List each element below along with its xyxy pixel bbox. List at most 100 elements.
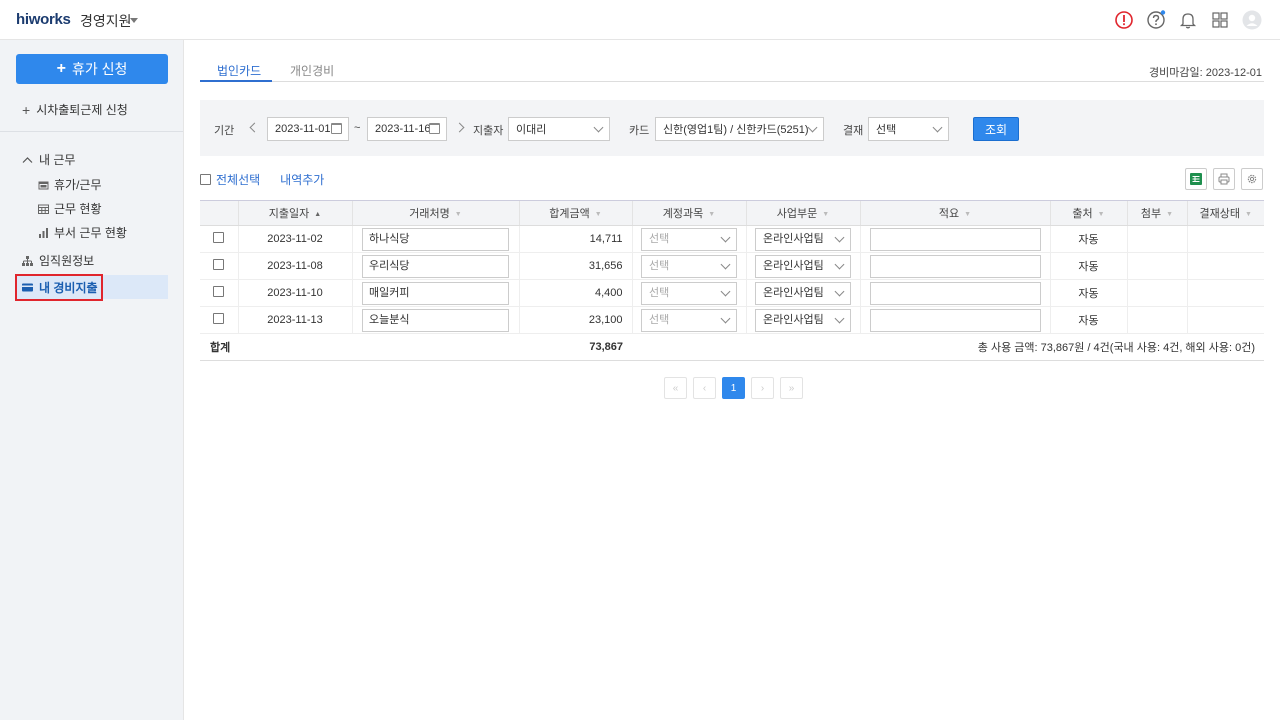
sort-icon: ▼ xyxy=(454,211,462,218)
first-page-button[interactable]: « xyxy=(664,377,687,399)
date-to-input[interactable]: 2023-11-16 xyxy=(367,117,447,141)
card-select[interactable]: 신한(영업1팀) / 신한카드(5251) xyxy=(655,117,824,141)
approval-value: 선택 xyxy=(876,124,897,136)
column-header-vendor[interactable]: 거래처명 ▼ xyxy=(351,200,519,226)
alert-icon[interactable] xyxy=(1114,10,1134,30)
account-value: 선택 xyxy=(649,259,670,272)
row-checkbox[interactable] xyxy=(213,286,225,297)
date-cell: 2023-11-10 xyxy=(237,279,352,307)
prev-page-button[interactable]: ‹ xyxy=(693,377,716,399)
add-item-link[interactable]: 내역추가 xyxy=(280,171,324,188)
row-checkbox[interactable] xyxy=(213,259,225,270)
app-name[interactable]: 경영지원 xyxy=(80,11,132,31)
plus-icon: + xyxy=(56,60,66,77)
division-select[interactable]: 온라인사업팀 xyxy=(755,254,851,278)
flex-work-request-link[interactable]: + 시차출퇴근제 신청 xyxy=(22,101,128,118)
division-cell: 온라인사업팀 xyxy=(745,225,860,253)
approval-select[interactable]: 선택 xyxy=(868,117,949,141)
memo-input[interactable] xyxy=(869,281,1041,305)
vendor-input[interactable]: 하나식당 xyxy=(362,227,509,251)
sidebar-item-leave-work[interactable]: 휴가/근무 xyxy=(38,176,102,193)
vendor-input[interactable]: 매일커피 xyxy=(362,281,509,305)
column-label: 계정과목 xyxy=(662,208,704,220)
tab-personal-expense[interactable]: 개인경비 xyxy=(290,62,334,79)
bar-chart-icon xyxy=(39,227,48,238)
excel-export-button[interactable] xyxy=(1185,168,1207,190)
select-all-label: 전체선택 xyxy=(216,172,261,187)
account-value: 선택 xyxy=(649,313,670,326)
spender-value: 이대리 xyxy=(516,124,547,136)
app-switch-caret-icon[interactable] xyxy=(130,18,138,23)
spender-select[interactable]: 이대리 xyxy=(508,117,610,141)
next-period-arrow-icon[interactable] xyxy=(454,122,465,133)
sort-icon: ▼ xyxy=(1097,211,1105,218)
total-summary: 총 사용 금액: 73,867원 / 4건(국내 사용: 4건, 해외 사용: … xyxy=(632,333,1264,361)
tab-corporate-card[interactable]: 법인카드 xyxy=(217,62,261,79)
leave-request-button[interactable]: + 휴가 신청 xyxy=(16,54,168,84)
bell-icon[interactable] xyxy=(1178,10,1198,30)
chevron-down-icon xyxy=(834,313,845,323)
user-avatar[interactable] xyxy=(1242,10,1262,30)
last-page-button[interactable]: » xyxy=(780,377,803,399)
account-select[interactable]: 선택 xyxy=(641,308,737,332)
column-label: 결재상태 xyxy=(1199,208,1241,220)
prev-period-arrow-icon[interactable] xyxy=(249,122,260,133)
select-all-checkbox[interactable]: 전체선택 xyxy=(200,171,260,188)
division-select[interactable]: 온라인사업팀 xyxy=(755,227,851,251)
account-select[interactable]: 선택 xyxy=(641,281,737,305)
division-value: 온라인사업팀 xyxy=(763,259,824,272)
column-header-memo[interactable]: 적요 ▼ xyxy=(859,200,1050,226)
memo-input[interactable] xyxy=(869,308,1041,332)
chevron-down-icon xyxy=(720,259,731,269)
checkbox[interactable] xyxy=(200,173,211,185)
column-header-account[interactable]: 계정과목 ▼ xyxy=(631,200,746,226)
apps-grid-icon[interactable] xyxy=(1210,10,1230,30)
total-row: 합계 73,867 총 사용 금액: 73,867원 / 4건(국내 사용: 4… xyxy=(200,333,1264,361)
sidebar-item-employee-info[interactable]: 임직원정보 xyxy=(22,252,94,269)
column-header-attachment[interactable]: 첨부 ▼ xyxy=(1126,200,1187,226)
row-checkbox-cell xyxy=(200,252,238,280)
chevron-down-icon xyxy=(720,286,731,296)
division-select[interactable]: 온라인사업팀 xyxy=(755,308,851,332)
account-select[interactable]: 선택 xyxy=(641,227,737,251)
table-row: 2023-11-10 매일커피 4,400 선택 온라인사업팀 자동 xyxy=(200,279,1264,307)
current-page-button[interactable]: 1 xyxy=(722,377,745,399)
my-work-section-toggle[interactable]: 내 근무 xyxy=(22,151,75,168)
column-header-approval-status[interactable]: 결재상태 ▼ xyxy=(1186,200,1264,226)
column-label: 첨부 xyxy=(1140,208,1162,220)
help-icon[interactable] xyxy=(1146,10,1166,30)
sidebar-item-label: 부서 근무 현황 xyxy=(54,226,127,240)
print-button[interactable] xyxy=(1213,168,1235,190)
my-work-section-label: 내 근무 xyxy=(39,153,76,167)
header-checkbox-cell xyxy=(200,200,238,226)
column-header-source[interactable]: 출처 ▼ xyxy=(1049,200,1127,226)
date-from-input[interactable]: 2023-11-01 xyxy=(267,117,349,141)
division-value: 온라인사업팀 xyxy=(763,286,824,299)
column-header-division[interactable]: 사업부문 ▼ xyxy=(745,200,860,226)
chevron-down-icon xyxy=(834,286,845,296)
logo[interactable]: hiworks xyxy=(16,11,71,28)
column-header-date[interactable]: 지출일자 ▲ xyxy=(237,200,352,226)
vendor-input[interactable]: 오늘분식 xyxy=(362,308,509,332)
settings-button[interactable] xyxy=(1241,168,1263,190)
sidebar-item-label: 임직원정보 xyxy=(39,254,95,268)
division-select[interactable]: 온라인사업팀 xyxy=(755,281,851,305)
vendor-input[interactable]: 우리식당 xyxy=(362,254,509,278)
sidebar-item-work-status[interactable]: 근무 현황 xyxy=(38,200,102,217)
sidebar-item-dept-work-status[interactable]: 부서 근무 현황 xyxy=(38,224,127,241)
row-checkbox[interactable] xyxy=(213,232,225,243)
account-select[interactable]: 선택 xyxy=(641,254,737,278)
row-checkbox-cell xyxy=(200,225,238,253)
search-button[interactable]: 조회 xyxy=(973,117,1019,141)
column-header-amount[interactable]: 합계금액 ▼ xyxy=(518,200,632,226)
row-checkbox[interactable] xyxy=(213,313,225,324)
account-cell: 선택 xyxy=(631,306,746,334)
source-cell: 자동 xyxy=(1049,306,1127,334)
approval-status-cell xyxy=(1186,306,1264,334)
date-cell: 2023-11-08 xyxy=(237,252,352,280)
next-page-button[interactable]: › xyxy=(751,377,774,399)
column-label: 출처 xyxy=(1072,208,1093,220)
memo-input[interactable] xyxy=(869,227,1041,251)
calendar-grid-icon xyxy=(38,204,49,214)
memo-input[interactable] xyxy=(869,254,1041,278)
